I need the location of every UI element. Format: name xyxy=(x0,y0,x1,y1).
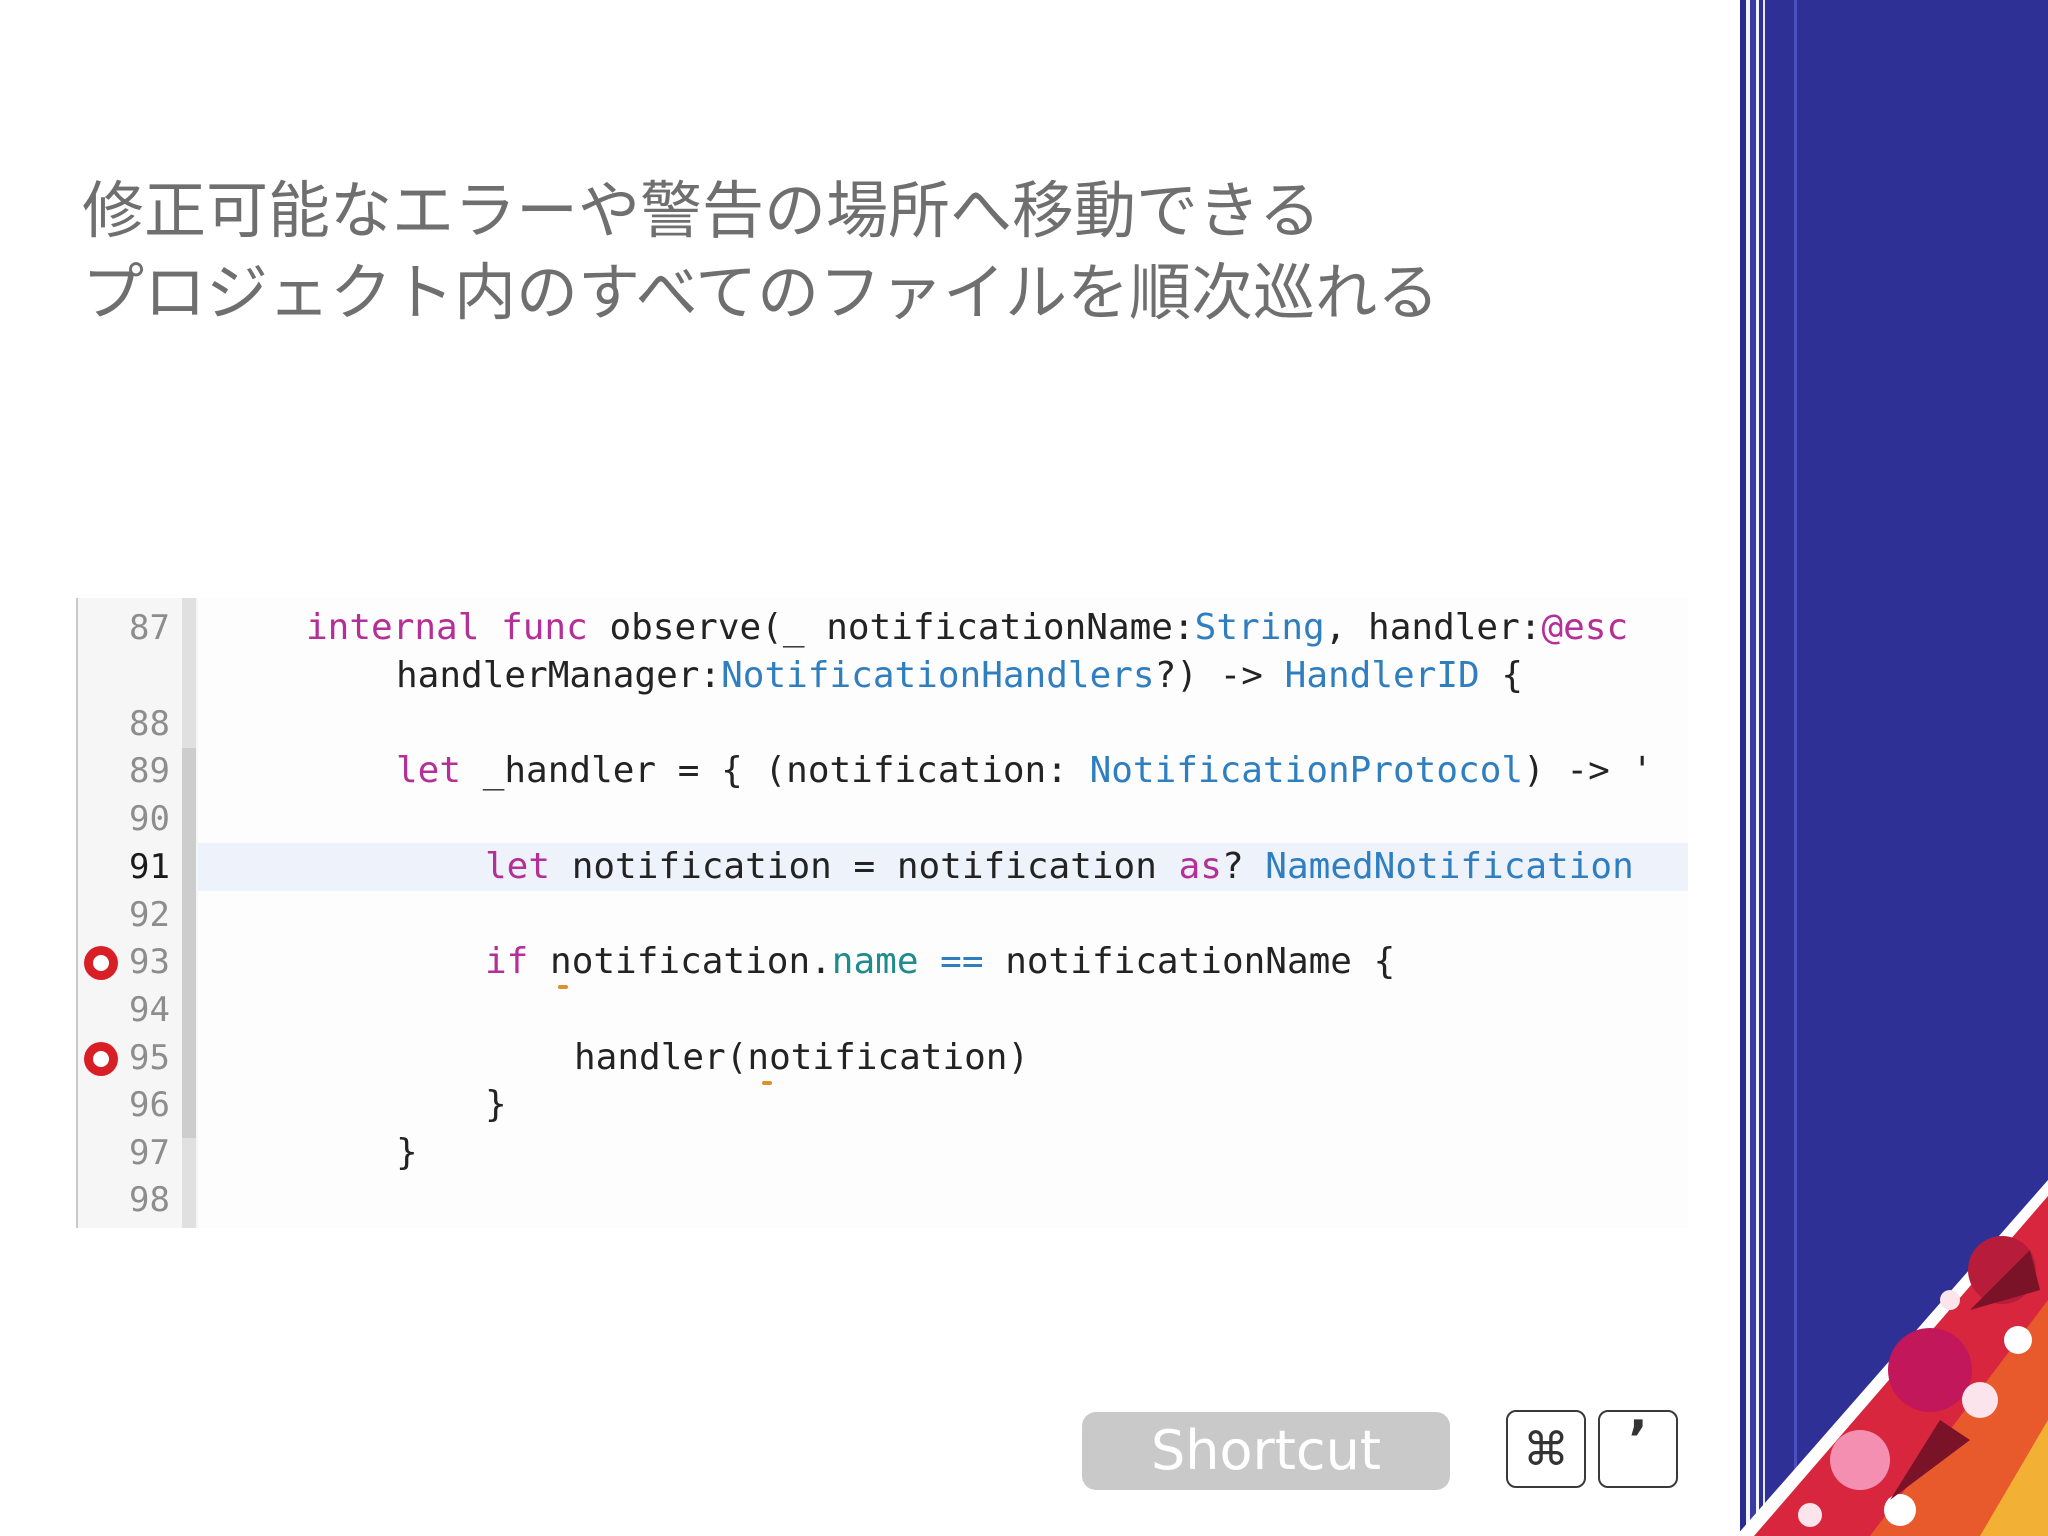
code-text: , handler: xyxy=(1324,607,1542,648)
keyword: let xyxy=(485,846,551,887)
operator: == xyxy=(918,941,1006,982)
code-text: ?) -> xyxy=(1154,655,1285,696)
keyword: func xyxy=(501,607,588,648)
keyword: internal xyxy=(306,607,480,648)
code-text: } xyxy=(396,1132,418,1173)
line-number[interactable]: 95 xyxy=(78,1034,170,1082)
line-number-current[interactable]: 91 xyxy=(78,843,170,891)
line-number[interactable]: 97 xyxy=(78,1129,170,1177)
heading-line-2: プロジェクト内のすべてのファイルを順次巡れる xyxy=(82,256,1440,329)
kimono-pattern-decoration xyxy=(1740,1180,2048,1536)
keyword: @esc xyxy=(1541,607,1629,648)
code-text: handlerManager: xyxy=(396,655,722,696)
shortcut-label: Shortcut xyxy=(1082,1412,1450,1490)
line-number-gutter[interactable]: 87 88 89 90 91 92 93 94 95 96 97 98 xyxy=(76,598,198,1228)
type-name: String xyxy=(1194,607,1325,648)
issue-marker-icon[interactable] xyxy=(762,1081,772,1085)
line-number[interactable]: 92 xyxy=(78,891,170,939)
code-line-95[interactable]: handler(notification) xyxy=(574,1034,1029,1082)
code-line-87-wrapped[interactable]: handlerManager:NotificationHandlers?) ->… xyxy=(396,652,1523,700)
code-text: notificationName { xyxy=(1005,941,1396,982)
issue-marker-icon[interactable] xyxy=(558,985,568,989)
property-name: name xyxy=(831,941,919,982)
code-line-93[interactable]: if notification.name == notificationName… xyxy=(485,938,1395,986)
line-number[interactable]: 93 xyxy=(78,938,170,986)
code-line-89[interactable]: let _handler = { (notification: Notifica… xyxy=(396,747,1653,795)
type-name: NotificationProtocol xyxy=(1089,750,1524,791)
code-line-87[interactable]: internal func observe(_ notificationName… xyxy=(306,604,1628,652)
code-text: { xyxy=(1479,655,1524,696)
code-line-96[interactable]: } xyxy=(485,1081,507,1129)
line-number[interactable]: 94 xyxy=(78,986,170,1034)
keyword: as xyxy=(1178,846,1222,887)
keyword: let xyxy=(396,750,462,791)
apostrophe-key: ’ xyxy=(1598,1410,1678,1488)
line-number[interactable]: 98 xyxy=(78,1176,170,1224)
heading-line-1: 修正可能なエラーや警告の場所へ移動できる xyxy=(82,174,1321,247)
keyword: if xyxy=(485,941,529,982)
code-text: _handler = { (notification: xyxy=(461,750,1090,791)
gutter-scroll-thumb[interactable] xyxy=(182,748,196,1138)
type-name: NotificationHandlers xyxy=(721,655,1155,696)
code-line-91[interactable]: let notification = notification as? Name… xyxy=(485,843,1634,891)
type-name: HandlerID xyxy=(1284,655,1480,696)
code-text: ? xyxy=(1221,846,1266,887)
line-number[interactable]: 90 xyxy=(78,795,170,843)
code-text: handler(notification) xyxy=(574,1037,1030,1078)
decorative-side-band xyxy=(1740,0,2048,1536)
slide-heading: 修正可能なエラーや警告の場所へ移動できる プロジェクト内のすべてのファイルを順次… xyxy=(82,170,1439,334)
code-text: notification = notification xyxy=(550,846,1179,887)
code-text: } xyxy=(485,1084,507,1125)
line-number[interactable]: 88 xyxy=(78,700,170,748)
command-key-icon: ⌘ xyxy=(1506,1410,1586,1488)
line-number[interactable]: 96 xyxy=(78,1081,170,1129)
code-editor[interactable]: 87 88 89 90 91 92 93 94 95 96 97 98 inte… xyxy=(76,598,1688,1228)
type-name: NamedNotification xyxy=(1265,846,1634,887)
line-number[interactable]: 89 xyxy=(78,747,170,795)
code-text: notification. xyxy=(528,941,832,982)
code-text: observe(_ notificationName: xyxy=(587,607,1195,648)
line-number[interactable]: 87 xyxy=(78,604,170,652)
code-text: ) -> ' xyxy=(1523,750,1654,791)
code-line-97[interactable]: } xyxy=(396,1129,418,1177)
